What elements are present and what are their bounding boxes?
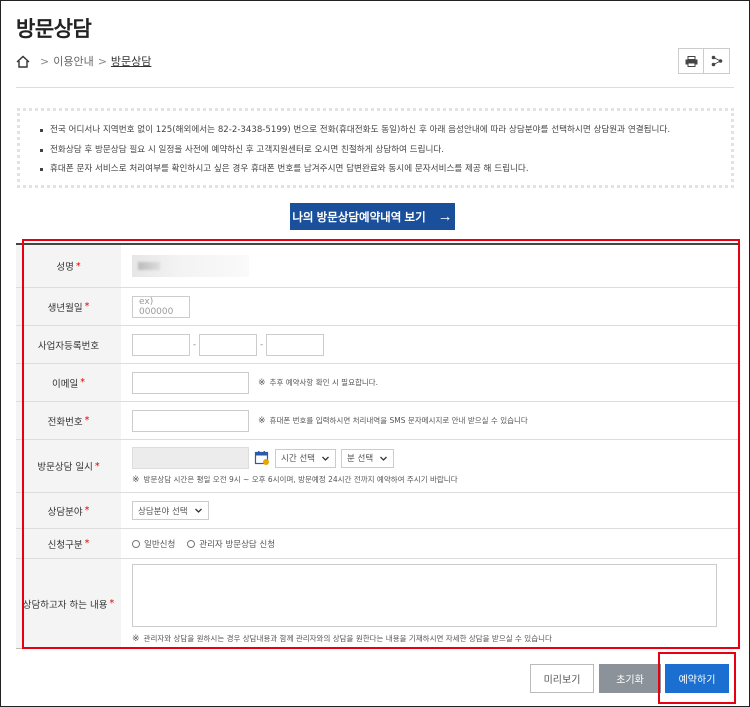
form-label: 신청구분 * — [16, 529, 121, 558]
minute-select[interactable]: 분 선택 — [340, 448, 395, 468]
form-label: 성명 * — [16, 245, 121, 287]
required-mark: * — [80, 377, 85, 388]
apply-type-manager-label: 관리자 방문상담 신청 — [199, 539, 276, 550]
visit-datetime-label: 방문상담 일시 — [37, 462, 93, 473]
chevron-down-icon — [194, 508, 202, 513]
required-mark: * — [109, 598, 115, 609]
email-input[interactable] — [132, 371, 249, 394]
breadcrumb-current[interactable]: 방문상담 — [111, 53, 151, 69]
breadcrumb-item-guide[interactable]: 이용안내 — [53, 53, 93, 69]
reset-button[interactable]: 초기화 — [599, 664, 661, 693]
home-icon[interactable] — [16, 55, 30, 68]
required-mark: * — [94, 460, 100, 472]
visit-date-input[interactable] — [132, 447, 249, 469]
breadcrumb: > 이용안내 > 방문상담 — [16, 53, 151, 69]
apply-type-label: 신청구분 — [47, 539, 83, 551]
preview-button[interactable]: 미리보기 — [530, 664, 594, 693]
note-mark: ※ — [132, 475, 140, 485]
consult-field-label: 상담분야 — [47, 506, 83, 518]
visit-datetime-controls: 시간 선택 분 선택 — [132, 447, 395, 469]
phone-note-text: 휴대폰 번호를 입력하시면 처리내역을 SMS 문자메시지로 안내 받으실 수 … — [269, 416, 528, 425]
content-note: ※ 관리자와 상담을 원하시는 경우 상담내용과 함께 관리자와의 상담을 원한다… — [132, 633, 552, 644]
form-row-content: 상담하고자 하는 내용 * ※ 관리자와 상담을 원하시는 경우 상담내용과 함께 … — [16, 559, 738, 649]
share-icon — [711, 55, 722, 67]
form-label: 방문상담 일시 * — [16, 440, 121, 492]
form-row-apply-type: 신청구분 * 일반신청 관리자 방문상담 신청 — [16, 529, 738, 559]
form-row-phone: 전화번호 * ※ 휴대폰 번호를 입력하시면 처리내역을 SMS 문자메시지로 안내… — [16, 402, 738, 440]
time-select[interactable]: 시간 선택 — [275, 448, 336, 468]
required-mark: * — [84, 538, 90, 549]
print-button[interactable] — [678, 48, 704, 74]
breadcrumb-separator: > — [40, 54, 50, 68]
title-divider — [16, 87, 734, 88]
history-button-label: 나의 방문상담예약내역 보기 — [292, 211, 426, 224]
phone-note: ※ 휴대폰 번호를 입력하시면 처리내역을 SMS 문자메시지로 안내 받으실 수… — [258, 415, 528, 426]
arrow-right-icon: → — [437, 208, 453, 225]
required-mark: * — [84, 301, 90, 312]
email-label: 이메일 — [52, 378, 79, 390]
calendar-icon[interactable] — [254, 450, 270, 466]
business-number-label: 사업자등록번호 — [37, 340, 100, 352]
email-note: ※ 추후 예약사항 확인 시 필요합니다. — [258, 377, 378, 388]
apply-type-manager-radio[interactable]: 관리자 방문상담 신청 — [187, 538, 275, 550]
name-value-masked — [132, 255, 249, 277]
required-mark: * — [75, 260, 81, 272]
form-row-name: 성명 * — [16, 245, 738, 288]
required-mark: * — [84, 415, 90, 426]
birth-label: 생년월일 — [47, 302, 83, 314]
time-select-value: 시간 선택 — [281, 454, 315, 464]
note-mark: ※ — [258, 378, 266, 388]
share-button[interactable] — [704, 48, 730, 74]
form-label: 생년월일 * — [16, 288, 121, 325]
chevron-down-icon — [380, 456, 388, 461]
form-row-business-number: 사업자등록번호 - - — [16, 326, 738, 364]
content-label: 상담하고자 하는 내용 — [22, 599, 108, 611]
name-label: 성명 — [56, 262, 74, 273]
content-note-text: 관리자와 상담을 원하시는 경우 상담내용과 함께 관리자와의 상담을 원한다는… — [143, 633, 552, 643]
notice-item: 전국 어디서나 지역번호 없이 125(해외에서는 82-2-3438-5199… — [40, 121, 731, 141]
notice-item: 전화상담 후 방문상담 필요 시 일정을 사전에 예약하신 후 고객지원센터로 … — [40, 141, 731, 161]
required-mark: * — [84, 505, 90, 516]
form-row-visit-datetime: 방문상담 일시 * 시간 선택 분 선택 ※ 방문상담 시간은 평일 오전 9시… — [16, 440, 738, 493]
notice-item: 휴대폰 문자 서비스로 처리여부를 확인하시고 싶은 경우 휴대폰 번호를 남겨… — [40, 160, 731, 180]
chevron-down-icon — [322, 456, 329, 461]
dash: - — [193, 339, 197, 350]
note-mark: ※ — [258, 416, 266, 426]
minute-select-value: 분 선택 — [346, 454, 374, 464]
apply-type-general-radio[interactable]: 일반신청 — [132, 538, 175, 550]
radio-circle — [187, 539, 196, 548]
consult-field-select[interactable]: 상담분야 선택 — [132, 501, 209, 520]
form-label: 상담분야 * — [16, 493, 121, 528]
breadcrumb-separator: > — [97, 54, 107, 68]
visit-note-text: 방문상담 시간은 평일 오전 9시 ~ 오후 6시이며, 방문예정 24시간 전… — [143, 475, 458, 484]
form-row-email: 이메일 * ※ 추후 예약사항 확인 시 필요합니다. — [16, 364, 738, 402]
page-title: 방문상담 — [16, 17, 92, 41]
page-tools — [678, 48, 730, 74]
view-reservation-history-button[interactable]: 나의 방문상담예약내역 보기 → — [290, 203, 455, 230]
form-label: 전화번호 * — [16, 402, 121, 439]
content-textarea[interactable] — [132, 563, 717, 627]
print-icon — [685, 55, 697, 67]
radio-circle — [132, 539, 140, 548]
phone-input[interactable] — [132, 409, 249, 432]
business-number-input-3[interactable] — [266, 333, 325, 356]
note-mark: ※ — [132, 633, 140, 644]
form-label: 사업자등록번호 — [16, 326, 121, 363]
apply-type-general-label: 일반신청 — [144, 539, 176, 550]
form-label: 상담하고자 하는 내용 * — [16, 559, 121, 648]
birth-input[interactable]: ex) 000000 — [132, 295, 190, 318]
consult-field-select-value: 상담분야 선택 — [138, 506, 188, 517]
business-number-input-2[interactable] — [199, 333, 258, 356]
email-note-text: 추후 예약사항 확인 시 필요합니다. — [269, 378, 379, 387]
phone-label: 전화번호 — [47, 416, 83, 428]
reservation-form: 성명 * 생년월일 * ex) 000000 사업자등록번호 - - 이메일 * ※ 추… — [16, 243, 738, 649]
form-row-birth: 생년월일 * ex) 000000 — [16, 288, 738, 326]
business-number-input-1[interactable] — [132, 333, 190, 356]
dash: - — [260, 339, 264, 350]
submit-reservation-button[interactable]: 예약하기 — [665, 664, 729, 693]
notice-box: 전국 어디서나 지역번호 없이 125(해외에서는 82-2-3438-5199… — [17, 108, 734, 188]
visit-note: ※ 방문상담 시간은 평일 오전 9시 ~ 오후 6시이며, 방문예정 24시간 … — [132, 474, 458, 485]
form-label: 이메일 * — [16, 364, 121, 401]
form-row-consult-field: 상담분야 * 상담분야 선택 — [16, 493, 738, 529]
